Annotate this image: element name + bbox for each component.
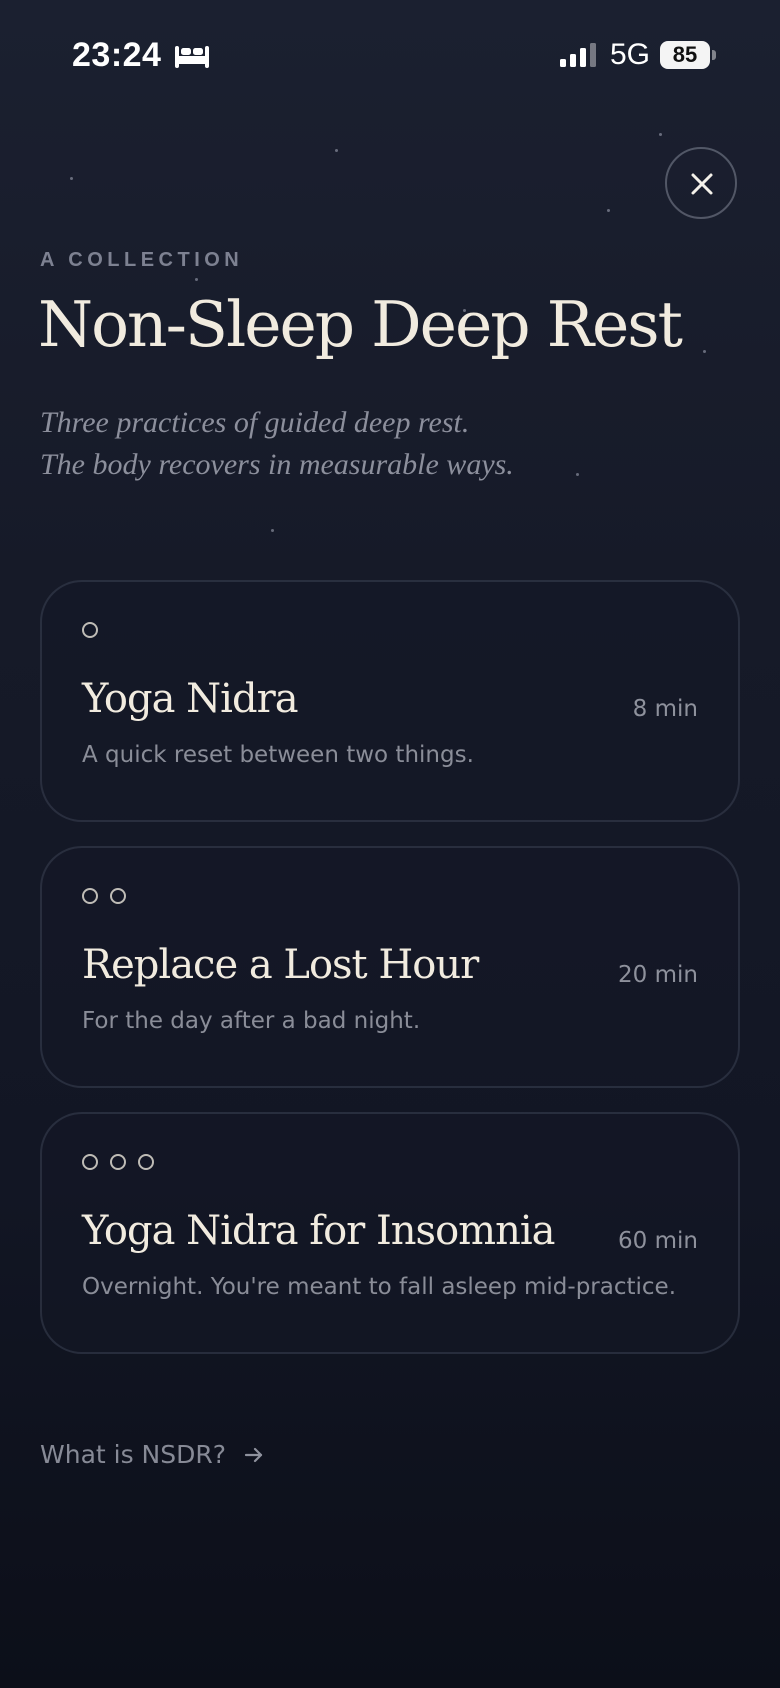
circle-outline-icon [110, 888, 126, 904]
practice-description: Overnight. You're meant to fall asleep m… [82, 1274, 677, 1300]
star-decoration [607, 209, 610, 212]
what-is-nsdr-link[interactable]: What is NSDR? [40, 1440, 264, 1469]
battery-indicator: 85 [660, 41, 710, 69]
level-indicator [82, 888, 126, 906]
arrow-right-icon [244, 1447, 263, 1462]
practice-card-yoga-nidra[interactable]: Yoga Nidra 8 min A quick reset between t… [40, 580, 740, 822]
practice-duration: 60 min [618, 1228, 698, 1254]
practice-description: For the day after a bad night. [82, 1008, 421, 1034]
circle-outline-icon [138, 1154, 154, 1170]
circle-outline-icon [82, 622, 98, 638]
page-title: Non-Sleep Deep Rest [38, 288, 683, 361]
level-indicator [82, 622, 98, 640]
practice-card-yoga-nidra-for-insomnia[interactable]: Yoga Nidra for Insomnia 60 min Overnight… [40, 1112, 740, 1354]
star-decoration [576, 473, 579, 476]
practice-duration: 20 min [618, 962, 698, 988]
subtitle: Three practices of guided deep rest. The… [40, 402, 514, 486]
practice-title: Replace a Lost Hour [82, 942, 479, 988]
subtitle-line: Three practices of guided deep rest. [40, 406, 470, 439]
nsdr-link-label: What is NSDR? [40, 1440, 227, 1469]
star-decoration [70, 177, 73, 180]
signal-icon [560, 43, 596, 67]
close-icon [691, 173, 713, 195]
circle-outline-icon [110, 1154, 126, 1170]
practice-description: A quick reset between two things. [82, 742, 474, 768]
battery-cap [712, 50, 716, 60]
star-decoration [703, 350, 706, 353]
collection-eyebrow: A COLLECTION [40, 249, 244, 271]
circle-outline-icon [82, 888, 98, 904]
practice-card-replace-a-lost-hour[interactable]: Replace a Lost Hour 20 min For the day a… [40, 846, 740, 1088]
practice-title: Yoga Nidra [82, 676, 299, 722]
star-decoration [335, 149, 338, 152]
practice-title: Yoga Nidra for Insomnia [82, 1208, 555, 1254]
bed-icon [175, 46, 209, 68]
star-decoration [271, 529, 274, 532]
status-bar: 23:24 5G 85 [0, 0, 780, 110]
level-indicator [82, 1154, 154, 1172]
practice-duration: 8 min [632, 696, 698, 722]
subtitle-line: The body recovers in measurable ways. [40, 448, 514, 481]
close-button[interactable] [665, 147, 737, 219]
status-time: 23:24 [72, 36, 162, 74]
circle-outline-icon [82, 1154, 98, 1170]
network-label: 5G [610, 38, 651, 71]
star-decoration [659, 133, 662, 136]
star-decoration [195, 278, 198, 281]
